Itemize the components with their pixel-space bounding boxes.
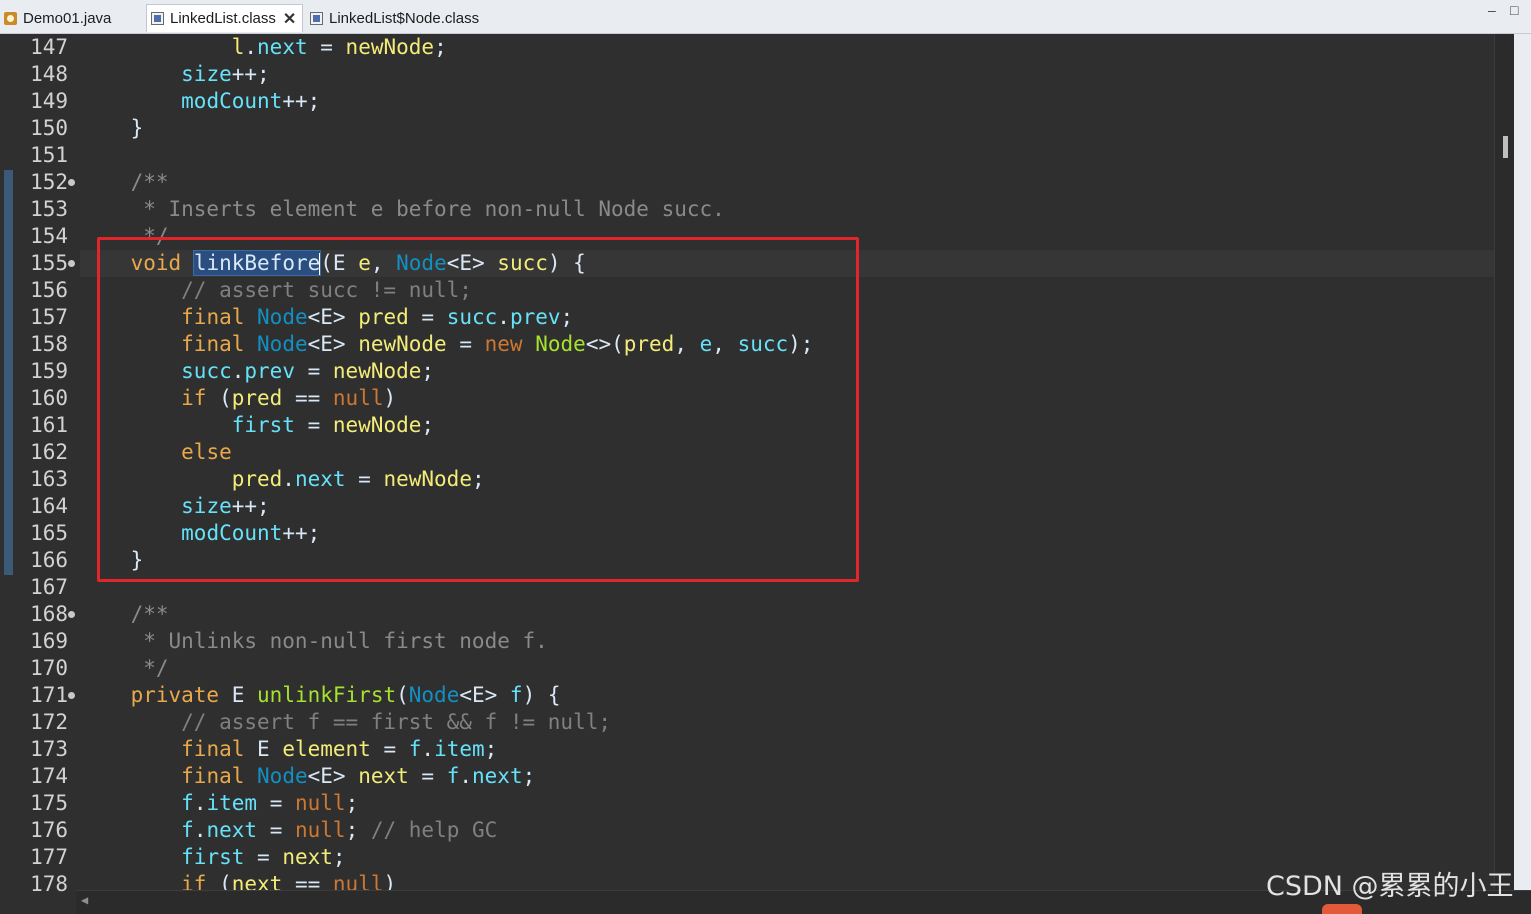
fold-toggle-icon[interactable] <box>68 692 75 699</box>
text-cursor <box>319 253 322 275</box>
code-line-163: pred.next = newNode; <box>231 467 485 491</box>
line-number: 153 <box>30 197 68 221</box>
code-line-148: size++; <box>181 62 270 86</box>
code-line-175: f.item = null; <box>181 791 359 815</box>
scroll-left-icon[interactable]: ◀ <box>81 893 88 907</box>
line-number: 148 <box>30 62 68 86</box>
code-line-147: l.next = newNode; <box>231 35 447 59</box>
fold-toggle-icon[interactable] <box>68 611 75 618</box>
code-line-161: first = newNode; <box>231 413 435 437</box>
tab-label: Demo01.java <box>23 9 112 27</box>
fold-toggle-icon[interactable] <box>68 260 75 267</box>
line-number: 173 <box>30 737 68 761</box>
code-line-171: private E unlinkFirst(Node<E> f) { <box>130 683 561 707</box>
tab-linkedlist-node-class[interactable]: LinkedList$Node.class <box>310 4 479 32</box>
minimize-icon[interactable]: ‒ <box>1488 2 1496 18</box>
code-line-158: final Node<E> newNode = new Node<>(pred,… <box>181 332 814 356</box>
line-number: 166 <box>30 548 68 572</box>
line-number: 157 <box>30 305 68 329</box>
maximize-icon[interactable]: □ <box>1510 2 1518 18</box>
code-line-153: * Inserts element e before non-null Node… <box>80 197 725 221</box>
line-number: 178 <box>30 872 68 896</box>
editor-tab-bar: Demo01.java LinkedList.class ✕ LinkedLis… <box>0 0 1531 34</box>
csdn-logo-icon <box>1322 904 1362 914</box>
tab-label: LinkedList.class <box>170 10 276 27</box>
line-number: 174 <box>30 764 68 788</box>
line-number: 175 <box>30 791 68 815</box>
code-line-172: // assert f == first && f != null; <box>80 710 612 734</box>
code-line-162: else <box>181 440 232 464</box>
code-line-166: } <box>80 548 144 572</box>
code-line-156: // assert succ != null; <box>80 278 472 302</box>
line-number: 151 <box>30 143 68 167</box>
fold-toggle-icon[interactable] <box>68 179 75 186</box>
line-number: 159 <box>30 359 68 383</box>
line-number: 150 <box>30 116 68 140</box>
tab-demo01-java[interactable]: Demo01.java <box>4 4 111 32</box>
code-line-165: modCount++; <box>181 521 321 545</box>
vertical-scrollbar[interactable] <box>1494 34 1514 890</box>
code-line-170: */ <box>80 656 169 680</box>
line-number: 167 <box>30 575 68 599</box>
tab-linkedlist-class[interactable]: LinkedList.class ✕ <box>146 4 304 32</box>
line-number: 172 <box>30 710 68 734</box>
watermark: CSDN @累累的小王 <box>1266 871 1514 902</box>
line-number: 147 <box>30 35 68 59</box>
code-line-155: void linkBefore(E e, Node<E> succ) { <box>130 250 586 276</box>
overview-ruler <box>1514 34 1531 890</box>
line-number: 170 <box>30 656 68 680</box>
line-number: 161 <box>30 413 68 437</box>
line-number: 164 <box>30 494 68 518</box>
code-line-149: modCount++; <box>181 89 321 113</box>
class-file-icon <box>310 11 323 25</box>
code-line-152: /** <box>80 170 169 194</box>
code-line-164: size++; <box>181 494 270 518</box>
line-number: 177 <box>30 845 68 869</box>
line-number: 160 <box>30 386 68 410</box>
line-number: 156 <box>30 278 68 302</box>
line-number-gutter: 147 148 149 150 151 152 153 154 155 156 157 158 159 1… <box>0 34 80 896</box>
line-number: 154 <box>30 224 68 248</box>
line-number: 163 <box>30 467 68 491</box>
line-number: 168 <box>30 602 68 626</box>
line-number: 171 <box>30 683 68 707</box>
close-icon[interactable]: ✕ <box>283 9 296 29</box>
line-number: 176 <box>30 818 68 842</box>
code-line-169: * Unlinks non-null first node f. <box>80 629 548 653</box>
code-line-150: } <box>80 116 144 140</box>
code-line-160: if (pred == null) <box>181 386 397 410</box>
java-file-icon <box>4 11 17 25</box>
line-number: 158 <box>30 332 68 356</box>
code-line-168: /** <box>80 602 169 626</box>
code-line-178: if (next == null) <box>181 872 397 890</box>
line-number: 155 <box>30 251 68 275</box>
code-line-176: f.next = null; // help GC <box>181 818 498 842</box>
line-number: 169 <box>30 629 68 653</box>
line-number: 152 <box>30 170 68 194</box>
code-line-157: final Node<E> pred = succ.prev; <box>181 305 574 329</box>
code-line-177: first = next; <box>181 845 346 869</box>
code-line-159: succ.prev = newNode; <box>181 359 435 383</box>
line-number: 162 <box>30 440 68 464</box>
line-number: 149 <box>30 89 68 113</box>
code-editor[interactable]: l.next = newNode; size++; modCount++; } … <box>80 34 1494 890</box>
code-line-154: */ <box>80 224 169 248</box>
class-file-icon <box>151 12 164 25</box>
scrollbar-thumb[interactable] <box>1503 136 1508 158</box>
tab-label: LinkedList$Node.class <box>329 9 480 27</box>
code-line-173: final E element = f.item; <box>181 737 498 761</box>
code-line-174: final Node<E> next = f.next; <box>181 764 536 788</box>
line-number: 165 <box>30 521 68 545</box>
